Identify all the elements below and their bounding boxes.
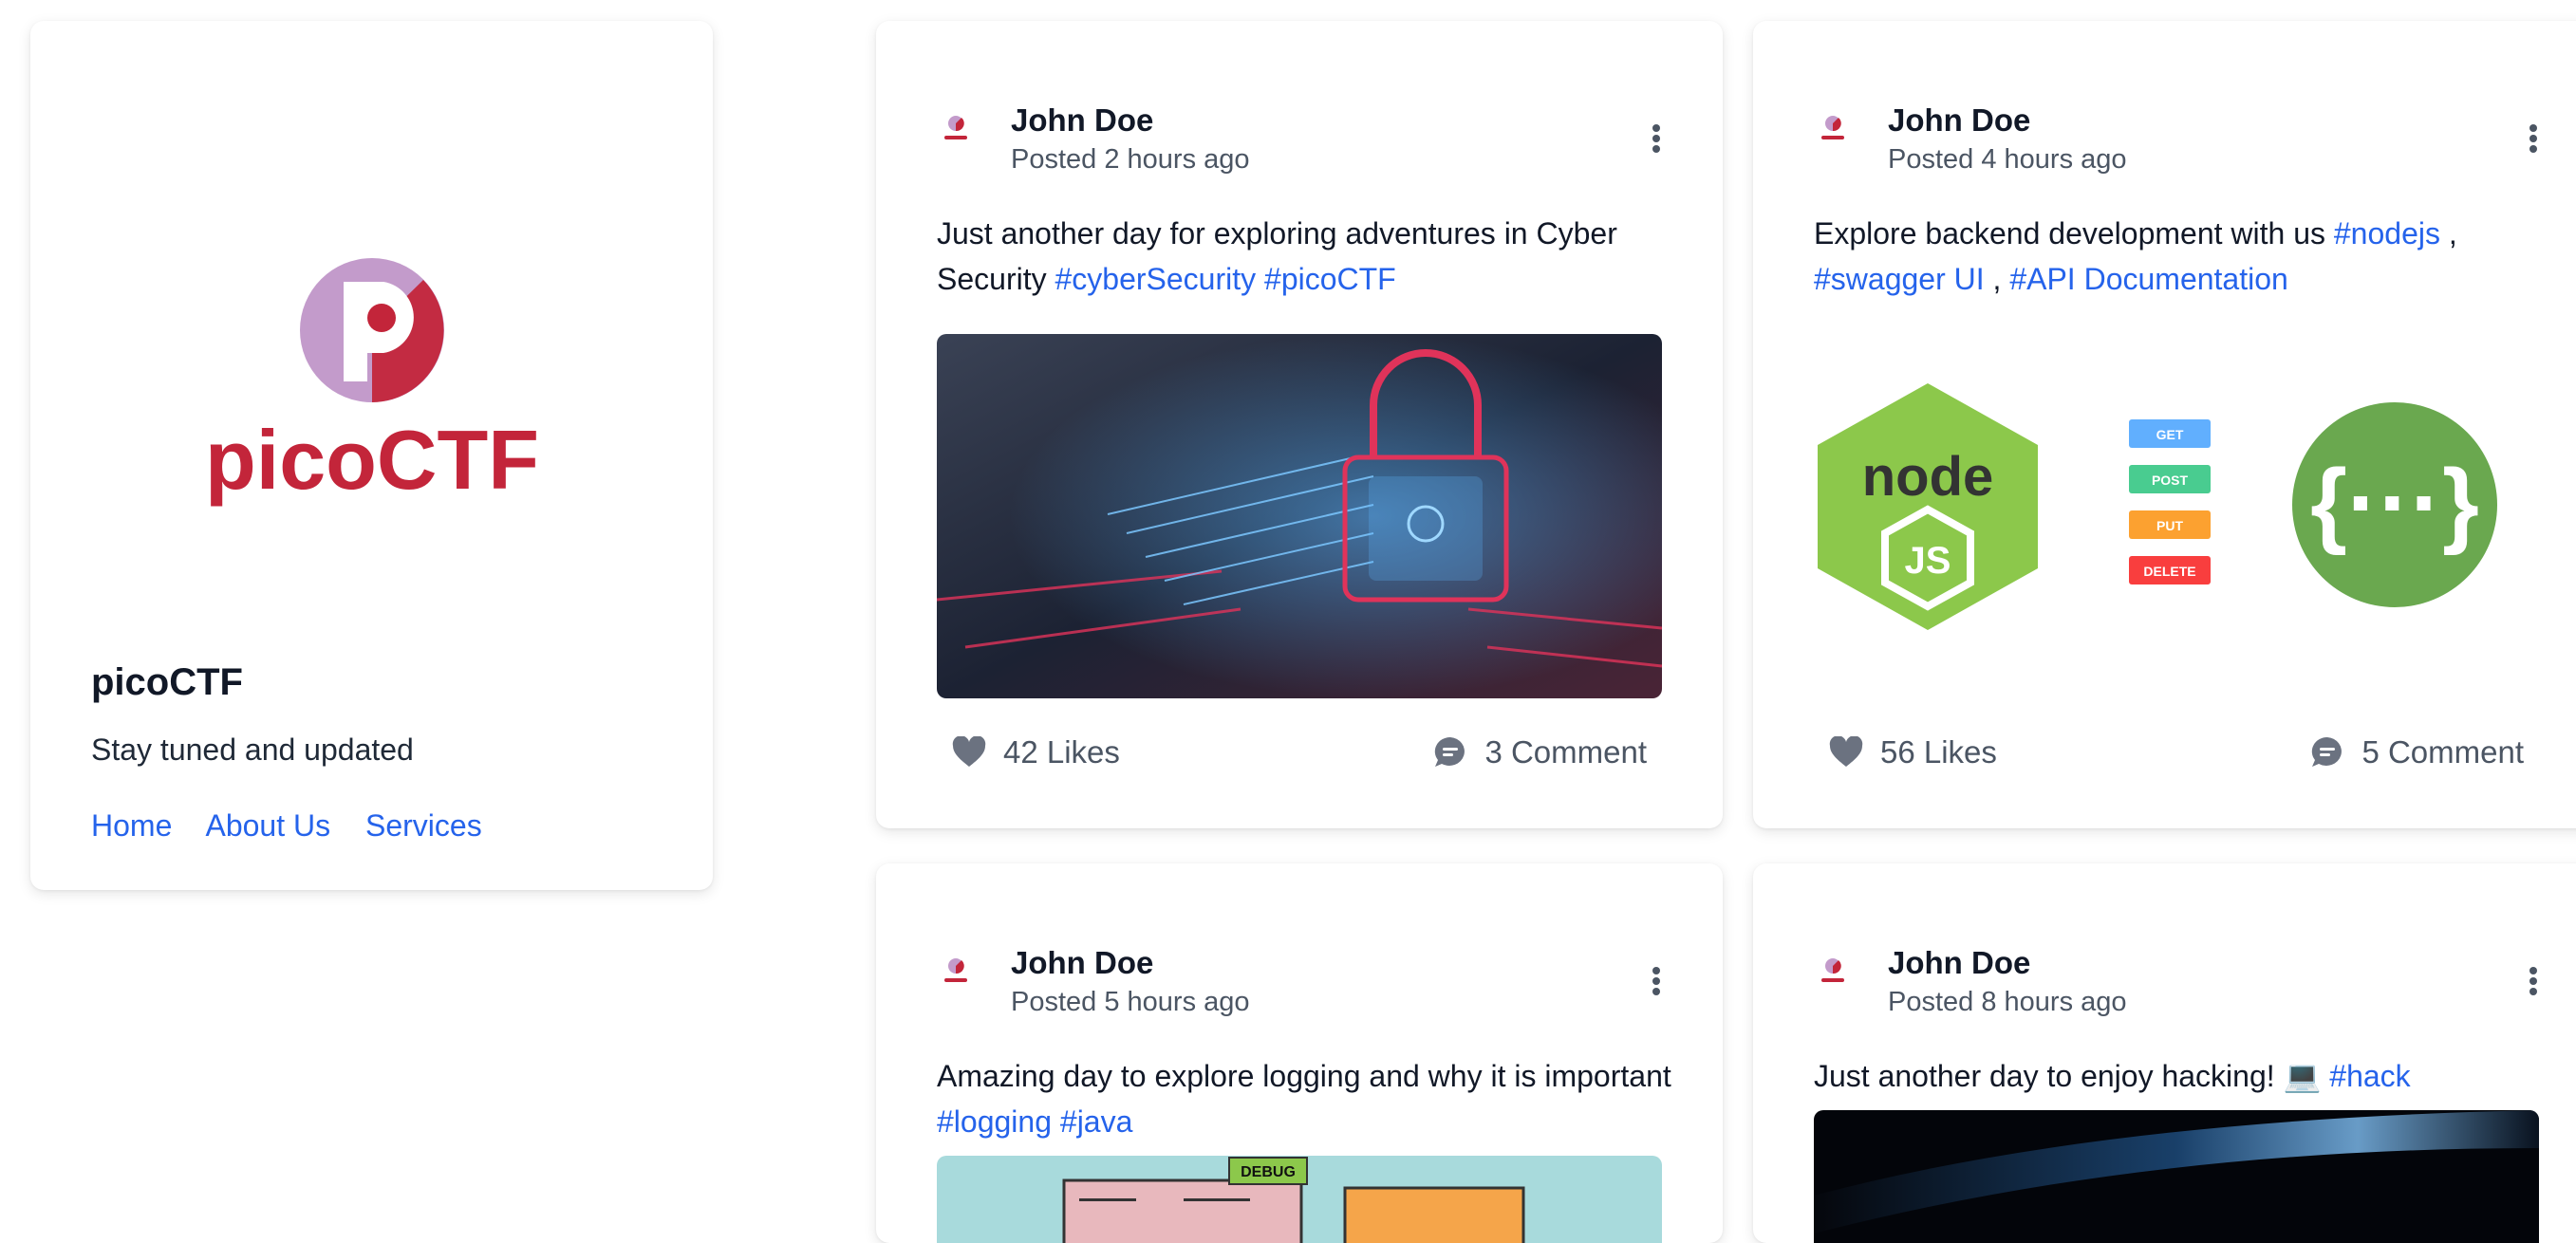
post-author[interactable]: John Doe [1888, 945, 2030, 981]
like-count: 42 Likes [1003, 734, 1120, 770]
link-services[interactable]: Services [365, 808, 482, 843]
comment-button[interactable]: 5 Comment [2310, 734, 2524, 770]
svg-text:node: node [1862, 446, 1994, 508]
comment-button[interactable]: 3 Comment [1433, 734, 1647, 770]
post-header: John Doe Posted 4 hours ago [1810, 80, 2543, 175]
profile-title: picoCTF [91, 661, 243, 703]
more-options-icon[interactable] [2524, 964, 2543, 1002]
post-header: John Doe Posted 2 hours ago [933, 80, 1666, 175]
post-actions: 42 Likes 3 Comment [952, 734, 1647, 784]
post-text: Amazing day to explore logging and why i… [937, 1053, 1675, 1144]
link-home[interactable]: Home [91, 808, 172, 843]
image-label: POST [2152, 473, 2189, 488]
comment-icon [1435, 736, 1465, 767]
hashtag-link[interactable]: #logging [937, 1104, 1052, 1139]
heart-icon [952, 736, 986, 767]
hashtag-link[interactable]: #picoCTF [1264, 262, 1396, 296]
post-header: John Doe Posted 8 hours ago [1810, 922, 2543, 1017]
post-text: Just another day for exploring adventure… [937, 211, 1675, 302]
picoctf-logo: picoCTF [30, 234, 713, 519]
post-image-cyber-lock [937, 334, 1662, 698]
more-options-icon[interactable] [1647, 964, 1666, 1002]
post-header: John Doe Posted 5 hours ago [933, 922, 1666, 1017]
link-about-us[interactable]: About Us [205, 808, 330, 843]
comment-count: 5 Comment [2361, 734, 2524, 770]
post-image-hacking [1814, 1110, 2539, 1243]
comment-count: 3 Comment [1484, 734, 1647, 770]
post-time: Posted 2 hours ago [1011, 144, 1250, 175]
post-image-node-swagger: node JS GET POST PUT DELETE {···} [1814, 334, 2539, 698]
post-card: John Doe Posted 4 hours ago Explore back… [1753, 21, 2576, 828]
post-body: Amazing day to explore logging and why i… [937, 1059, 1671, 1093]
post-author[interactable]: John Doe [1011, 102, 1153, 139]
comment-icon [2312, 736, 2343, 767]
hashtag-link[interactable]: #java [1060, 1104, 1133, 1139]
image-label: DEBUG [1241, 1164, 1296, 1180]
post-body: Explore backend development with us [1814, 216, 2334, 250]
post-author[interactable]: John Doe [1888, 102, 2030, 139]
post-card: John Doe Posted 8 hours ago Just another… [1753, 863, 2576, 1243]
more-options-icon[interactable] [2524, 121, 2543, 159]
profile-tagline: Stay tuned and updated [91, 733, 414, 767]
post-time: Posted 5 hours ago [1011, 987, 1250, 1017]
hashtag-link[interactable]: #API Documentation [2009, 262, 2288, 296]
avatar [1821, 116, 1844, 139]
hashtag-link[interactable]: #swagger UI [1814, 262, 1985, 296]
svg-text:JS: JS [1905, 540, 1951, 582]
post-card: John Doe Posted 5 hours ago Amazing day … [876, 863, 1723, 1243]
svg-text:picoCTF: picoCTF [205, 413, 539, 507]
post-actions: 56 Likes 5 Comment [1829, 734, 2524, 784]
post-time: Posted 4 hours ago [1888, 144, 2127, 175]
heart-icon [1829, 736, 1863, 767]
like-button[interactable]: 56 Likes [1829, 734, 1997, 770]
post-author[interactable]: John Doe [1011, 945, 1153, 981]
avatar [944, 116, 967, 139]
hashtag-link[interactable]: #nodejs [2334, 216, 2440, 250]
profile-links: Home About Us Services [91, 808, 509, 844]
like-count: 56 Likes [1880, 734, 1997, 770]
hashtag-link[interactable]: #hack [2329, 1059, 2410, 1093]
post-body: Just another day to enjoy hacking! 💻 [1814, 1059, 2330, 1093]
svg-text:{···}: {···} [2310, 450, 2479, 556]
post-text: Explore backend development with us #nod… [1814, 216, 2457, 296]
avatar [1821, 958, 1844, 982]
profile-card: picoCTF picoCTF Stay tuned and updated H… [30, 21, 713, 890]
more-options-icon[interactable] [1647, 121, 1666, 159]
post-text: Just another day to enjoy hacking! 💻 #ha… [1814, 1053, 2552, 1099]
image-label: DELETE [2143, 564, 2195, 579]
post-image-logging: DEBUG [937, 1156, 1662, 1243]
hashtag-link[interactable]: #cyberSecurity [1055, 262, 1256, 296]
post-card: John Doe Posted 2 hours ago Just another… [876, 21, 1723, 828]
like-button[interactable]: 42 Likes [952, 734, 1120, 770]
post-time: Posted 8 hours ago [1888, 987, 2127, 1017]
image-label: GET [2156, 427, 2184, 442]
avatar [944, 958, 967, 982]
image-label: PUT [2156, 518, 2183, 533]
